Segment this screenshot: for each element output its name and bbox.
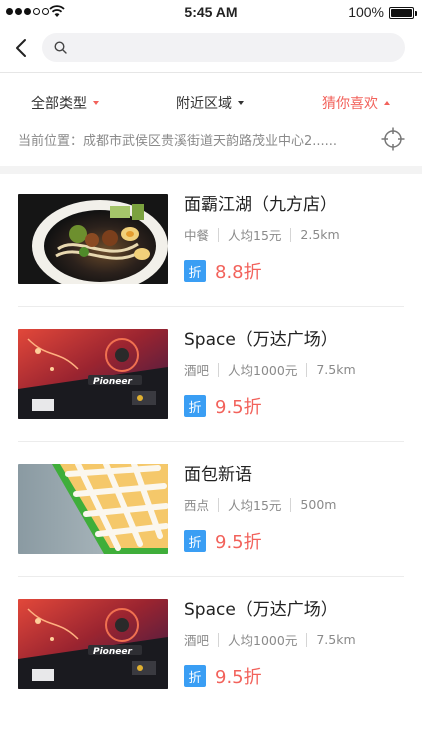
shop-meta: 酒吧 人均1000元 7.5km bbox=[184, 360, 356, 379]
current-location: 当前位置：成都市武侯区贵溪街道天韵路茂业中心2...... bbox=[18, 134, 338, 149]
row-divider bbox=[18, 441, 404, 442]
discount-row: 折 9.5折 bbox=[184, 393, 262, 419]
shop-avg-price: 人均1000元 bbox=[228, 633, 298, 648]
shop-category: 酒吧 bbox=[184, 633, 210, 648]
filter-recommended[interactable]: 猜你喜欢 bbox=[322, 92, 390, 114]
battery-percentage: 100% bbox=[348, 4, 384, 20]
shop-category: 西点 bbox=[184, 498, 210, 513]
discount-badge: 折 bbox=[184, 395, 206, 417]
discount-rate: 9.5折 bbox=[215, 667, 262, 688]
caret-down-icon bbox=[93, 101, 99, 105]
discount-row: 折 8.8折 bbox=[184, 258, 262, 284]
shop-avg-price: 人均15元 bbox=[228, 228, 282, 243]
shop-category: 中餐 bbox=[184, 228, 210, 243]
svg-text:Pioneer: Pioneer bbox=[93, 377, 132, 387]
shop-distance: 500m bbox=[300, 497, 337, 512]
caret-up-icon bbox=[384, 101, 390, 105]
shop-card[interactable]: Pioneer Space（万达广场） 酒吧 人均1000元 7.5km 折 9… bbox=[0, 599, 422, 734]
back-button[interactable] bbox=[8, 34, 34, 62]
search-bar[interactable] bbox=[42, 33, 405, 62]
shop-category: 酒吧 bbox=[184, 363, 210, 378]
discount-badge: 折 bbox=[184, 665, 206, 687]
shop-avg-price: 人均15元 bbox=[228, 498, 282, 513]
shop-card[interactable]: 面包新语 西点 人均15元 500m 折 9.5折 bbox=[0, 464, 422, 599]
shop-card[interactable]: 面霸江湖（九方店） 中餐 人均15元 2.5km 折 8.8折 bbox=[0, 194, 422, 329]
svg-text:Pioneer: Pioneer bbox=[93, 647, 132, 657]
shop-card[interactable]: Pioneer Space（万达广场） 酒吧 人均1000元 7.5km 折 9… bbox=[0, 329, 422, 464]
shop-name: 面包新语 bbox=[184, 465, 252, 485]
shop-avg-price: 人均1000元 bbox=[228, 363, 298, 378]
caret-down-icon bbox=[238, 101, 244, 105]
shop-name: Space（万达广场） bbox=[184, 600, 338, 620]
shop-thumbnail-noodle bbox=[18, 194, 168, 284]
chevron-left-icon bbox=[16, 39, 26, 57]
filter-label: 附近区域 bbox=[176, 96, 232, 112]
shop-thumbnail-dj: Pioneer bbox=[18, 599, 168, 689]
shop-distance: 7.5km bbox=[316, 362, 356, 377]
shop-thumbnail-pastry bbox=[18, 464, 168, 554]
filter-label: 猜你喜欢 bbox=[322, 96, 378, 112]
shop-distance: 7.5km bbox=[316, 632, 356, 647]
discount-row: 折 9.5折 bbox=[184, 528, 262, 554]
shop-thumbnail-dj: Pioneer bbox=[18, 329, 168, 419]
discount-rate: 8.8折 bbox=[215, 262, 262, 283]
discount-rate: 9.5折 bbox=[215, 397, 262, 418]
shop-name: 面霸江湖（九方店） bbox=[184, 195, 337, 215]
search-icon bbox=[54, 41, 67, 54]
header-divider bbox=[0, 72, 422, 73]
filter-nearby-area[interactable]: 附近区域 bbox=[176, 92, 244, 114]
discount-row: 折 9.5折 bbox=[184, 663, 262, 689]
shop-meta: 中餐 人均15元 2.5km bbox=[184, 225, 340, 244]
search-input[interactable] bbox=[75, 40, 375, 55]
discount-rate: 9.5折 bbox=[215, 532, 262, 553]
discount-badge: 折 bbox=[184, 260, 206, 282]
row-divider bbox=[18, 306, 404, 307]
discount-badge: 折 bbox=[184, 530, 206, 552]
shop-name: Space（万达广场） bbox=[184, 330, 338, 350]
battery-icon bbox=[389, 7, 417, 19]
locate-icon[interactable] bbox=[380, 126, 406, 152]
shop-distance: 2.5km bbox=[300, 227, 340, 242]
filter-all-types[interactable]: 全部类型 bbox=[31, 92, 99, 114]
status-bar: 5:45 AM 100% bbox=[0, 0, 422, 24]
filter-label: 全部类型 bbox=[31, 96, 87, 112]
row-divider bbox=[18, 576, 404, 577]
shop-meta: 西点 人均15元 500m bbox=[184, 495, 336, 514]
section-separator bbox=[0, 166, 422, 174]
shop-meta: 酒吧 人均1000元 7.5km bbox=[184, 630, 356, 649]
